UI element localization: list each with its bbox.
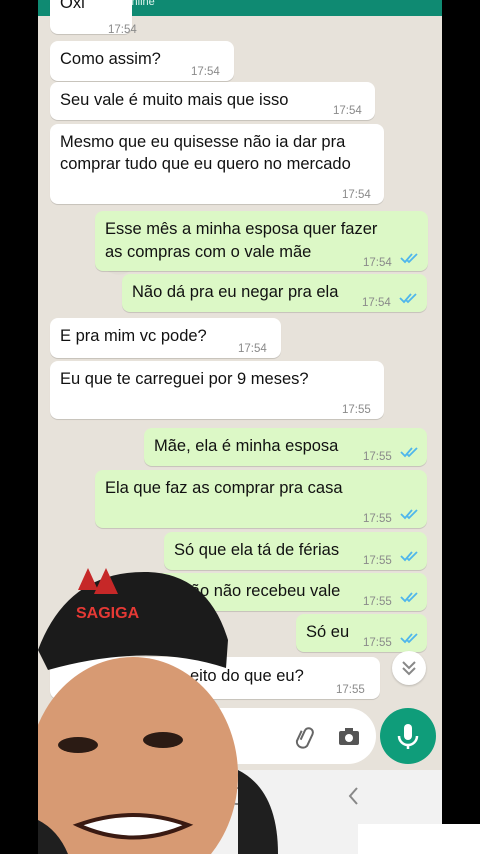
read-receipt-icon: [400, 252, 420, 264]
message-text: Ela que faz as comprar pra casa: [105, 479, 343, 497]
message-text: Mesmo que eu quisesse não ia dar pra: [60, 133, 346, 151]
back-icon[interactable]: [342, 784, 366, 808]
message-text: as compras com o vale mãe: [105, 243, 312, 261]
cap-logo-text: SAGIGA: [76, 605, 140, 622]
message-time: 17:54: [108, 24, 137, 36]
message-time: 17:54: [333, 105, 362, 117]
message-text: E pra mim vc pode?: [60, 327, 207, 345]
read-receipt-icon: [400, 591, 420, 603]
message-text: Só que ela tá de férias: [174, 541, 340, 559]
message-time: 17:54: [362, 297, 391, 309]
microphone-icon: [397, 724, 419, 749]
message-bubble[interactable]: E pra mim vc pode? 17:54: [50, 318, 281, 358]
message-time: 17:54: [238, 343, 267, 355]
message-text: Não dá pra eu negar pra ela: [132, 283, 339, 301]
message-time: 17:55: [363, 555, 392, 567]
message-text: Seu vale é muito mais que isso: [60, 91, 289, 109]
message-text: Oxi: [60, 0, 85, 12]
message-time: 17:54: [191, 66, 220, 78]
message-time: 17:55: [363, 513, 392, 525]
message-text: Só eu: [306, 623, 350, 641]
message-time: 17:55: [363, 596, 392, 608]
video-letterbox: [442, 0, 480, 854]
camera-icon[interactable]: [336, 724, 362, 750]
streamer-overlay: SAGIGA: [38, 568, 278, 854]
chat-screen: Online Oxi 17:54 Como assim? 17:54 Seu v…: [38, 0, 442, 854]
scroll-to-bottom-button[interactable]: [392, 651, 426, 685]
paperclip-icon[interactable]: [292, 724, 318, 750]
message-bubble[interactable]: Ela que faz as comprar pra casa 17:55: [95, 470, 427, 528]
message-time: 17:54: [342, 189, 371, 201]
record-voice-button[interactable]: [380, 708, 436, 764]
message-time: 17:54: [363, 257, 392, 269]
message-bubble[interactable]: Eu que te carreguei por 9 meses? 17:55: [50, 361, 384, 419]
message-bubble[interactable]: Seu vale é muito mais que isso 17:54: [50, 82, 375, 120]
message-bubble[interactable]: Esse mês a minha esposa quer fazer as co…: [95, 211, 428, 271]
message-bubble[interactable]: Mãe, ela é minha esposa 17:55: [144, 428, 427, 466]
message-time: 17:55: [336, 684, 365, 696]
message-text: comprar tudo que eu quero no mercado: [60, 155, 351, 173]
message-bubble[interactable]: Oxi 17:54: [50, 0, 137, 36]
chevron-down-icon: [402, 661, 416, 676]
message-bubble[interactable]: Só eu 17:55: [296, 614, 427, 652]
read-receipt-icon: [400, 550, 420, 562]
message-bubble[interactable]: Mesmo que eu quisesse não ia dar pra com…: [50, 124, 384, 204]
message-bubble[interactable]: Como assim? 17:54: [50, 41, 234, 81]
message-text: Como assim?: [60, 50, 161, 68]
message-text: Mãe, ela é minha esposa: [154, 437, 339, 455]
read-receipt-icon: [400, 632, 420, 644]
message-bubble[interactable]: Não dá pra eu negar pra ela 17:54: [122, 274, 427, 312]
message-time: 17:55: [363, 637, 392, 649]
video-corner-block: [358, 824, 480, 854]
read-receipt-icon: [400, 446, 420, 458]
message-text: Eu que te carreguei por 9 meses?: [60, 370, 309, 388]
read-receipt-icon: [400, 508, 420, 520]
message-time: 17:55: [342, 404, 371, 416]
message-time: 17:55: [363, 451, 392, 463]
read-receipt-icon: [399, 292, 419, 304]
message-text: Esse mês a minha esposa quer fazer: [105, 220, 378, 238]
